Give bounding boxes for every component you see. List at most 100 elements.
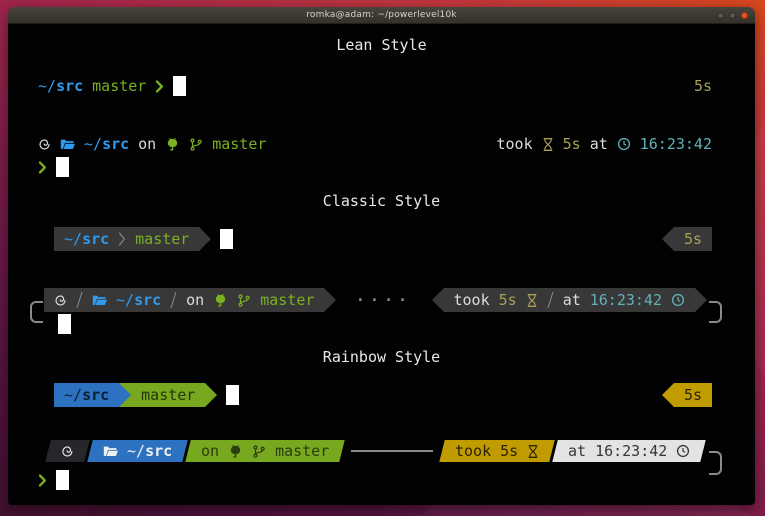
segment-separator-chevron-icon <box>118 230 126 248</box>
maximize-icon[interactable] <box>729 12 736 19</box>
segment-branch: master <box>131 383 205 407</box>
rainbow-prompt-1: ~/src master 5s <box>38 383 712 407</box>
hourglass-icon <box>526 293 538 308</box>
took-label: took <box>497 135 533 153</box>
current-time: 16:23:42 <box>640 135 712 153</box>
dir-path: ~/src <box>38 77 83 95</box>
clock-icon <box>671 293 685 307</box>
dir-prefix: ~/ <box>116 291 134 309</box>
terminal-content[interactable]: Lean Style ~/src master 5s ~/src on mast… <box>8 24 755 505</box>
clock-icon <box>617 137 631 151</box>
dir-path: ~/src <box>127 442 172 460</box>
git-branch-name: master <box>141 386 195 404</box>
powerline-arrow-icon <box>205 383 217 407</box>
github-octocat-icon <box>213 293 228 307</box>
segment-duration: 5s <box>674 227 712 251</box>
git-branch-icon <box>252 444 266 459</box>
git-branch-name: master <box>260 291 314 309</box>
close-icon[interactable] <box>741 12 748 19</box>
os-logo-swirl-icon <box>61 445 74 458</box>
took-label: took <box>455 442 491 460</box>
git-branch-name: master <box>92 77 146 95</box>
command-duration: 5s <box>694 77 712 95</box>
os-logo-swirl-icon <box>38 138 51 151</box>
current-time: 16:23:42 <box>590 291 662 309</box>
section-title-rainbow: Rainbow Style <box>8 348 755 366</box>
git-branch-icon <box>237 293 251 308</box>
dir-prefix: ~/ <box>127 442 145 460</box>
terminal-cursor <box>58 314 71 334</box>
terminal-cursor <box>220 229 233 249</box>
git-branch-name: master <box>135 230 189 248</box>
folder-open-icon <box>92 294 107 307</box>
os-logo-swirl-icon <box>54 294 67 307</box>
classic-prompt-1: ~/src master 5s <box>38 227 712 251</box>
github-octocat-icon <box>228 444 243 458</box>
terminal-cursor <box>56 470 69 490</box>
terminal-cursor <box>56 157 69 177</box>
segment-separator-slash-icon <box>547 291 554 309</box>
classic-prompt-2-line-2 <box>38 312 712 336</box>
on-label: on <box>138 135 156 153</box>
segment-branch: on master <box>185 440 345 462</box>
powerline-right-segments: 5s <box>662 227 712 251</box>
prompt-frame-line <box>351 450 432 452</box>
segment-dir: ~/src <box>87 440 188 462</box>
segment-dir: ~/src <box>54 383 119 407</box>
dir-path: ~/src <box>116 291 161 309</box>
dir-name: src <box>145 442 172 460</box>
segment-os <box>45 440 89 462</box>
lean-prompt-2-line-2 <box>38 155 712 179</box>
dir-name: src <box>82 230 109 248</box>
segment-separator-slash-icon <box>170 291 177 309</box>
hourglass-icon <box>527 444 539 459</box>
chevron-right-icon <box>38 160 47 175</box>
github-octocat-icon <box>165 137 180 151</box>
powerline-arrow-icon <box>695 288 707 312</box>
segment-duration: 5s <box>674 383 712 407</box>
prompt-gap-dots: ···· <box>345 291 422 309</box>
segment-dir-branch: ~/src master <box>54 227 199 251</box>
current-time: 16:23:42 <box>595 442 667 460</box>
at-label: at <box>568 442 586 460</box>
lean-prompt-2-line-1: ~/src on master took 5s at 16:23:42 <box>38 132 712 156</box>
dir-prefix: ~/ <box>84 135 102 153</box>
on-label: on <box>201 442 219 460</box>
powerline-left-segments: ~/src master <box>54 227 211 251</box>
took-label: took <box>454 291 490 309</box>
powerline-right-segments: took 5s at 16:23:42 <box>432 288 708 312</box>
git-branch-icon <box>189 137 203 152</box>
powerline-left-segments: ~/src master <box>54 383 217 407</box>
titlebar[interactable]: romka@adam: ~/powerlevel10k <box>8 7 755 24</box>
window-title: romka@adam: ~/powerlevel10k <box>306 10 457 20</box>
git-branch-name: master <box>275 442 329 460</box>
terminal-cursor <box>226 385 239 405</box>
dir-name: src <box>56 77 83 95</box>
segment-duration-time: took 5s at 16:23:42 <box>444 288 696 312</box>
rainbow-prompt-2-line-1: ~/src on master took 5s <box>48 440 703 462</box>
lean-prompt-1: ~/src master 5s <box>38 74 712 98</box>
classic-prompt-2-line-1: ~/src on master ···· took 5s <box>44 288 707 312</box>
dir-path: ~/src <box>64 386 109 404</box>
command-duration: 5s <box>500 442 518 460</box>
powerline-arrow-icon <box>662 383 674 407</box>
rainbow-prompt-2-line-2 <box>38 467 712 493</box>
dir-name: src <box>82 386 109 404</box>
clock-icon <box>676 444 690 458</box>
dir-path: ~/src <box>84 135 129 153</box>
chevron-right-icon <box>38 473 47 488</box>
powerline-left-segments: ~/src on master <box>44 288 336 312</box>
dir-prefix: ~/ <box>38 77 56 95</box>
dir-prefix: ~/ <box>64 386 82 404</box>
powerline-right-segments: 5s <box>662 383 712 407</box>
terminal-cursor <box>173 76 186 96</box>
powerline-arrow-icon <box>199 227 211 251</box>
command-duration: 5s <box>563 135 581 153</box>
dir-path: ~/src <box>64 230 109 248</box>
terminal-window: romka@adam: ~/powerlevel10k Lean Style ~… <box>8 7 755 505</box>
minimize-icon[interactable] <box>717 12 724 19</box>
segment-separator-slash-icon <box>76 291 83 309</box>
folder-open-icon <box>60 138 75 151</box>
command-duration: 5s <box>684 386 702 404</box>
powerline-arrow-icon <box>324 288 336 312</box>
